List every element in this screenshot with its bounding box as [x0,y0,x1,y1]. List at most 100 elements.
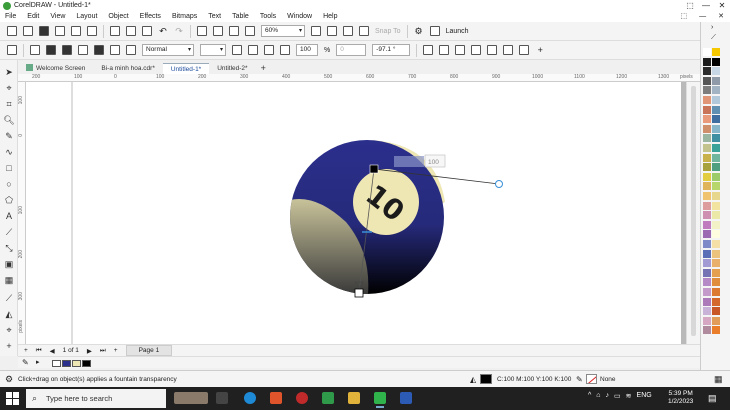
palette-scroll-right-icon[interactable]: › [711,24,713,31]
palette-swatch[interactable] [712,57,720,66]
palette-swatch[interactable] [712,220,720,229]
close-icon[interactable]: ✕ [714,0,730,11]
transparency-preset-icon[interactable] [7,45,17,55]
network-icon[interactable]: ⌂ [596,392,600,400]
new-document-icon[interactable] [7,26,17,36]
parallel-dimension-icon[interactable]: ⟋ [3,226,15,238]
palette-swatch[interactable] [703,192,711,200]
polygon-tool-icon[interactable]: ⬠ [3,194,15,206]
launch-dropdown[interactable]: Launch [446,28,469,35]
palette-swatch[interactable] [703,76,711,85]
vertical-ruler[interactable]: 100 0 100 200 300 pixels [18,82,26,344]
copy-icon[interactable] [126,26,136,36]
palette-swatch[interactable] [703,144,711,152]
palette-swatch[interactable] [712,96,720,104]
upload-icon[interactable] [71,26,81,36]
freehand-tool-icon[interactable]: ✎ [3,130,15,142]
cloud-icon[interactable] [55,26,65,36]
keyboard-language[interactable]: ENG [637,392,652,400]
menu-bitmaps[interactable]: Bitmaps [172,13,197,20]
palette-swatch[interactable] [712,115,720,124]
outline-color-swatch[interactable] [586,374,597,384]
zoom-level-select[interactable]: 60% ▾ [261,25,305,37]
palette-swatch[interactable] [703,211,711,220]
import-icon[interactable] [197,26,207,36]
no-transparency-icon[interactable] [30,45,40,55]
palette-swatch[interactable] [712,86,720,95]
doc-minimize-icon[interactable]: — [699,11,706,22]
menu-text[interactable]: Text [208,13,221,20]
show-guidelines-icon[interactable] [359,26,369,36]
first-page-icon[interactable]: ⏮ [36,347,42,355]
linear-fountain-icon[interactable] [232,45,242,55]
palette-swatch[interactable] [703,259,711,268]
doc-close-icon[interactable]: ✕ [718,11,724,22]
palette-swatch[interactable] [703,297,711,306]
palette-swatch[interactable] [712,211,720,220]
transparency-tool-icon[interactable]: ▦ [3,274,15,286]
palette-swatch[interactable] [703,86,711,95]
taskbar-search-box[interactable]: ⌕ Type here to search [26,389,166,408]
doc-swatch-none[interactable] [52,360,61,367]
palette-swatch[interactable] [712,172,720,181]
tab-bi-a-minh-hoa[interactable]: Bi-a minh hoa.cdr* [93,63,162,74]
crop-tool-icon[interactable]: ⌗ [3,98,15,110]
add-page-before-icon[interactable]: + [24,347,28,354]
palette-swatch[interactable] [712,67,720,76]
page-tab[interactable]: Page 1 [125,345,173,356]
prev-page-icon[interactable]: ◀ [50,347,55,355]
uniform-transparency-icon[interactable] [46,45,56,55]
add-page-after-icon[interactable]: + [114,347,118,354]
task-view-icon[interactable] [216,392,228,404]
zoom-tool-icon[interactable]: 🔍︎ [3,114,15,126]
angle-handle[interactable] [495,180,503,188]
notification-icon[interactable]: ▤ [708,393,717,404]
menu-window[interactable]: Window [287,13,312,20]
palette-swatch[interactable] [703,288,711,296]
tray-chevron-icon[interactable]: ^ [588,392,591,400]
palette-swatch[interactable] [703,230,711,239]
connector-tool-icon[interactable]: ⤡ [3,242,15,254]
palette-swatch[interactable] [703,307,711,316]
doc-swatch-black[interactable] [82,360,91,367]
smart-fill-icon[interactable]: ⌖ [3,324,15,336]
blend-mode-select[interactable]: Normal ▾ [142,44,194,56]
vertical-scrollbar[interactable] [686,82,700,344]
palette-swatch[interactable] [703,96,711,104]
drop-shadow-icon[interactable]: ▣ [3,258,15,270]
eyedropper-icon[interactable]: ⟋ [3,292,15,304]
palette-swatch[interactable] [703,67,711,76]
outline-icon[interactable] [455,45,466,55]
menu-layout[interactable]: Layout [76,13,97,20]
edge-browser-icon[interactable] [244,392,256,404]
palette-swatch[interactable] [703,182,711,191]
fountain-transparency-icon[interactable] [62,45,72,55]
palette-swatch[interactable] [703,316,711,325]
battery-icon[interactable]: ▭ [614,392,621,400]
next-page-icon[interactable]: ▶ [87,347,92,355]
show-grid-icon[interactable] [343,26,353,36]
menu-file[interactable]: File [5,13,16,20]
show-rulers-icon[interactable] [327,26,337,36]
export-icon[interactable] [213,26,223,36]
minimize-icon[interactable]: — [698,0,714,11]
edit-transparency-icon[interactable] [519,45,530,55]
palette-swatch[interactable] [712,268,720,277]
palette-swatch[interactable] [703,220,711,229]
palette-menu-icon[interactable]: ▸ [36,358,40,366]
palette-swatch[interactable] [703,268,711,277]
document-palette-eyedropper-icon[interactable]: ✎ [22,358,29,367]
palette-swatch[interactable] [712,163,720,172]
palette-swatch[interactable] [712,307,720,316]
doc-swatch-cream[interactable] [72,360,81,367]
rectangle-tool-icon[interactable]: □ [3,162,15,174]
save-icon[interactable] [39,26,49,36]
two-color-pattern-transparency-icon[interactable] [110,45,120,55]
menu-table[interactable]: Table [232,13,249,20]
print-icon[interactable] [87,26,97,36]
menu-help[interactable]: Help [323,13,337,20]
palette-swatch[interactable] [703,240,711,248]
office-icon[interactable] [270,392,282,404]
palette-swatch[interactable] [712,288,720,296]
palette-swatch[interactable] [712,105,720,114]
